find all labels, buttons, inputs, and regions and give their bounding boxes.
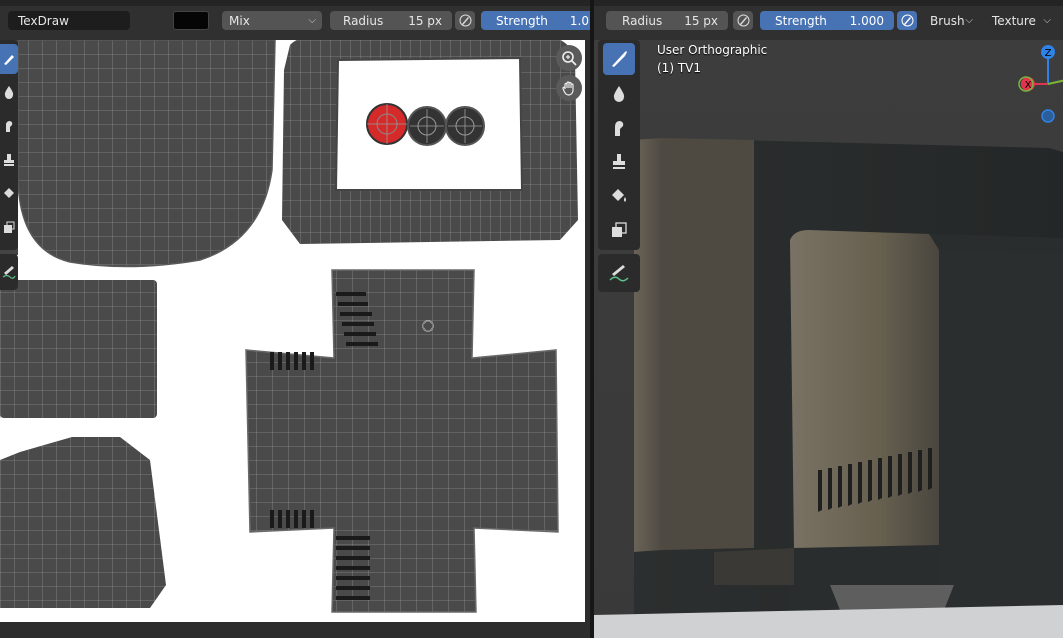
chevron-down-icon: ⌵ (1043, 15, 1051, 26)
texture-menu[interactable]: Texture ⌵ (985, 11, 1057, 30)
radius-slider[interactable]: Radius 15 px (606, 11, 728, 30)
pan-button[interactable] (556, 75, 582, 101)
finger-icon (615, 121, 624, 136)
mask-tool[interactable] (603, 214, 635, 246)
radius-slider[interactable]: Radius 15 px (330, 11, 452, 30)
pen-pressure-icon (737, 14, 749, 27)
annotate-pen-icon (609, 265, 629, 282)
brush-icon (4, 55, 14, 65)
clone-tool[interactable] (603, 146, 635, 178)
zoom-button[interactable] (556, 45, 582, 71)
3d-viewport[interactable]: User Orthographic (1) TV1 Z X (594, 40, 1063, 638)
droplet-icon (4, 86, 14, 99)
gizmo-x-label: X (1025, 80, 1032, 91)
soften-tool[interactable] (603, 78, 635, 110)
draw-tool[interactable] (603, 43, 635, 75)
image-editor-header: TexDraw Mix ⌵ Radius 15 px Strength 1.0 (0, 0, 590, 40)
stamp-icon (613, 154, 625, 169)
strength-pressure-button[interactable] (897, 11, 917, 30)
strength-slider[interactable]: Strength 1.000 (760, 11, 894, 30)
pen-pressure-icon (459, 14, 471, 27)
radius-pressure-button[interactable] (455, 11, 475, 30)
uv-canvas[interactable] (0, 40, 590, 638)
smear-tool[interactable] (603, 112, 635, 144)
brush-menu[interactable]: Brush ⌵ (923, 11, 979, 30)
draw-tool[interactable] (0, 44, 18, 74)
brush-icon (612, 51, 627, 67)
mask-icon (4, 221, 15, 233)
color-swatch[interactable] (173, 11, 209, 30)
left-annotate-toolbar (0, 254, 18, 290)
smear-tool[interactable] (0, 112, 18, 140)
chevron-down-icon: ⌵ (308, 15, 316, 26)
soften-tool[interactable] (0, 78, 18, 106)
fill-tool[interactable] (0, 180, 18, 208)
annotate-tool[interactable] (603, 257, 635, 289)
brush-name-field[interactable]: TexDraw (8, 11, 130, 30)
mask-icon (612, 222, 627, 237)
finger-icon (6, 121, 13, 132)
hand-icon (562, 81, 574, 96)
chevron-down-icon: ⌵ (965, 15, 973, 26)
pen-pressure-icon (901, 14, 913, 27)
strength-slider[interactable]: Strength 1.0 (481, 11, 590, 30)
blend-mode-dropdown[interactable]: Mix ⌵ (222, 11, 322, 30)
stamp-icon (4, 154, 14, 166)
image-editor[interactable] (0, 40, 590, 638)
annotate-tool[interactable] (0, 257, 18, 287)
viewport-scene (594, 40, 1063, 638)
bucket-icon (4, 188, 14, 198)
viewport-header: Radius 15 px Strength 1.000 Brush ⌵ Text… (594, 0, 1063, 40)
right-toolbar (598, 40, 640, 250)
gizmo-z-label: Z (1045, 48, 1052, 59)
fill-tool[interactable] (603, 180, 635, 212)
annotate-pen-icon (2, 266, 16, 279)
right-annotate-toolbar (598, 254, 640, 292)
left-toolbar (0, 40, 18, 250)
zoom-icon (562, 51, 577, 66)
droplet-icon (613, 86, 625, 102)
radius-pressure-button[interactable] (733, 11, 753, 30)
bucket-icon (612, 189, 626, 202)
clone-tool[interactable] (0, 146, 18, 174)
mask-tool[interactable] (0, 214, 18, 242)
object-name-label: (1) TV1 (657, 61, 701, 75)
navigation-gizmo[interactable]: Z X (1018, 40, 1063, 130)
view-name-label: User Orthographic (657, 43, 768, 57)
